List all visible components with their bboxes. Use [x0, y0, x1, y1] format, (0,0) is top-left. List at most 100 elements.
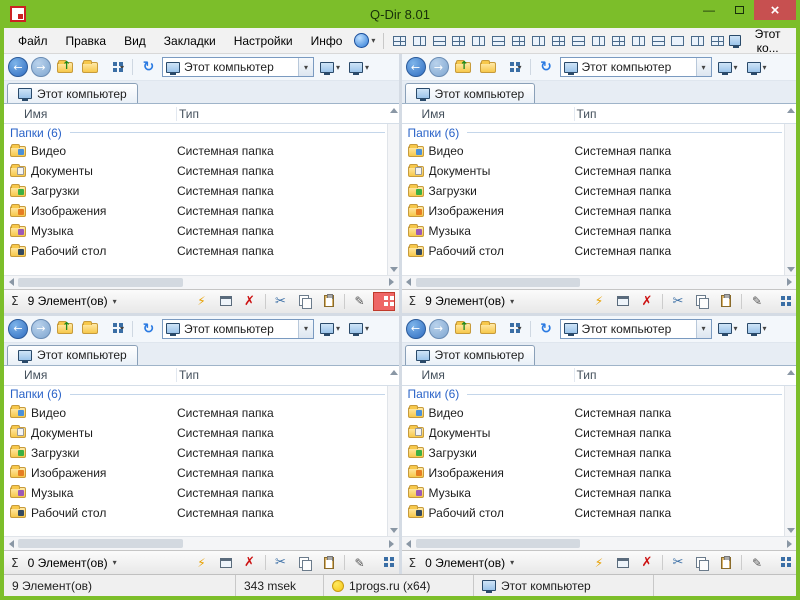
item-count-dropdown[interactable]: 0 Элемент(ов)▾ [24, 556, 121, 570]
cut-button[interactable]: ✂ [667, 553, 689, 572]
horizontal-scrollbar[interactable] [402, 275, 797, 289]
pane-layout-button[interactable] [709, 32, 727, 50]
pane-layout-button[interactable] [669, 32, 687, 50]
column-type[interactable]: Тип [575, 107, 797, 121]
pane-layout-button[interactable] [490, 32, 508, 50]
folder-list-button[interactable]: ▾ [317, 318, 343, 339]
file-row[interactable]: МузыкаСистемная папка [4, 483, 385, 503]
refresh-button[interactable]: ↻ [536, 318, 557, 339]
forward-button[interactable]: → [31, 57, 51, 77]
pane-layout-button[interactable] [450, 32, 468, 50]
edit-button[interactable]: ✎ [746, 292, 768, 311]
refresh-button[interactable]: ↻ [138, 318, 159, 339]
file-row[interactable]: Рабочий столСистемная папка [402, 503, 783, 523]
sum-icon[interactable]: Σ [406, 556, 420, 570]
pane-select-button[interactable] [770, 292, 792, 311]
maximize-button[interactable] [724, 0, 754, 20]
scrollbar-thumb[interactable] [416, 278, 581, 287]
back-button[interactable]: ← [8, 57, 28, 77]
titlebar[interactable]: Q-Dir 8.01 — × [4, 0, 796, 28]
file-row[interactable]: ЗагрузкиСистемная папка [4, 181, 385, 201]
scroll-down-icon[interactable] [390, 267, 398, 272]
address-combobox[interactable]: Этот компьютер ▾ [560, 57, 712, 77]
view-menu-button[interactable]: ▾ [104, 318, 127, 339]
menu-file[interactable]: Файл [10, 30, 56, 52]
refresh-button[interactable]: ↻ [138, 57, 159, 78]
pane-select-button[interactable] [373, 553, 395, 572]
actions-button[interactable]: ⚡ [588, 292, 610, 311]
pane-layout-button[interactable] [410, 32, 428, 50]
drives-button[interactable]: ▾ [346, 57, 372, 78]
horizontal-scrollbar[interactable] [4, 275, 399, 289]
scroll-right-button[interactable] [385, 276, 399, 289]
goto-folder-button[interactable] [477, 57, 499, 78]
file-row[interactable]: ДокументыСистемная папка [402, 161, 783, 181]
file-row[interactable]: ИзображенияСистемная папка [4, 463, 385, 483]
sum-icon[interactable]: Σ [8, 556, 22, 570]
scrollbar-track[interactable] [18, 537, 385, 550]
vertical-scrollbar[interactable] [387, 124, 399, 275]
delete-button[interactable]: ✗ [239, 553, 261, 572]
scrollbar-thumb[interactable] [18, 278, 183, 287]
scroll-right-button[interactable] [385, 537, 399, 550]
column-name[interactable]: Имя [24, 368, 177, 382]
status-site[interactable]: 1progs.ru (x64) [324, 575, 474, 596]
item-count-dropdown[interactable]: 9 Элемент(ов)▾ [421, 294, 518, 308]
close-button[interactable]: × [754, 0, 796, 20]
scroll-right-button[interactable] [782, 276, 796, 289]
menu-info[interactable]: Инфо [303, 30, 351, 52]
tab-this-computer[interactable]: Этот компьютер [405, 345, 536, 365]
address-combobox[interactable]: Этот компьютер ▾ [162, 319, 314, 339]
pane-layout-button[interactable] [629, 32, 647, 50]
scroll-left-button[interactable] [402, 276, 416, 289]
actions-button[interactable]: ⚡ [588, 553, 610, 572]
properties-button[interactable] [215, 553, 237, 572]
copy-button[interactable] [691, 553, 713, 572]
address-combobox[interactable]: Этот компьютер ▾ [560, 319, 712, 339]
edit-button[interactable]: ✎ [349, 553, 371, 572]
delete-button[interactable]: ✗ [239, 292, 261, 311]
file-row[interactable]: ИзображенияСистемная папка [402, 463, 783, 483]
scroll-down-icon[interactable] [787, 267, 795, 272]
scroll-down-icon[interactable] [787, 528, 795, 533]
file-row[interactable]: Рабочий столСистемная папка [402, 241, 783, 261]
group-header[interactable]: Папки (6) [4, 386, 385, 403]
back-button[interactable]: ← [406, 319, 426, 339]
menu-edit[interactable]: Правка [58, 30, 115, 52]
refresh-button[interactable]: ↻ [536, 57, 557, 78]
vertical-scrollbar[interactable] [387, 386, 399, 537]
tab-this-computer[interactable]: Этот компьютер [7, 345, 138, 365]
properties-button[interactable] [612, 553, 634, 572]
scroll-up-icon[interactable] [787, 108, 795, 113]
file-row[interactable]: МузыкаСистемная папка [4, 221, 385, 241]
pane-layout-button[interactable] [510, 32, 528, 50]
pane-select-button[interactable] [373, 292, 395, 311]
pane-select-button[interactable] [770, 553, 792, 572]
vertical-scrollbar[interactable] [784, 124, 796, 275]
drives-button[interactable]: ▾ [744, 318, 770, 339]
file-row[interactable]: ЗагрузкиСистемная папка [402, 181, 783, 201]
drives-button[interactable]: ▾ [744, 57, 770, 78]
view-menu-button[interactable]: ▾ [104, 57, 127, 78]
back-button[interactable]: ← [406, 57, 426, 77]
view-menu-button[interactable]: ▾ [502, 318, 525, 339]
file-row[interactable]: ДокументыСистемная папка [4, 423, 385, 443]
goto-folder-button[interactable] [79, 57, 101, 78]
tab-this-computer[interactable]: Этот компьютер [7, 83, 138, 103]
address-combobox[interactable]: Этот компьютер ▾ [162, 57, 314, 77]
address-dropdown-button[interactable]: ▾ [696, 320, 711, 338]
actions-button[interactable]: ⚡ [191, 553, 213, 572]
scroll-up-icon[interactable] [390, 370, 398, 375]
view-menu-button[interactable]: ▾ [502, 57, 525, 78]
copy-button[interactable] [691, 292, 713, 311]
drives-button[interactable]: ▾ [346, 318, 372, 339]
file-row[interactable]: Рабочий столСистемная папка [4, 241, 385, 261]
tab-this-computer[interactable]: Этот компьютер [405, 83, 536, 103]
delete-button[interactable]: ✗ [636, 292, 658, 311]
goto-folder-button[interactable] [477, 318, 499, 339]
address-dropdown-button[interactable]: ▾ [298, 320, 313, 338]
file-row[interactable]: ДокументыСистемная папка [4, 161, 385, 181]
item-count-dropdown[interactable]: 0 Элемент(ов)▾ [421, 556, 518, 570]
up-button[interactable]: ↑ [54, 57, 76, 78]
back-button[interactable]: ← [8, 319, 28, 339]
